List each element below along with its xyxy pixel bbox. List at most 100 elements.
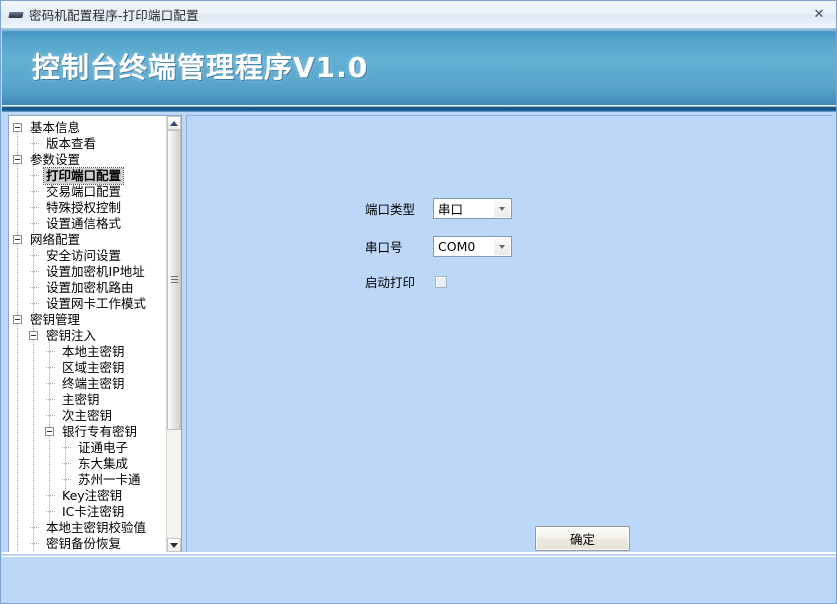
tree-connector: [30, 287, 39, 288]
tree-connector: [30, 255, 39, 256]
tree-item-4[interactable]: 交易端口配置: [9, 184, 166, 200]
scrollbar-thumb[interactable]: [167, 130, 181, 430]
chevron-down-icon[interactable]: [494, 238, 510, 255]
field-serial-port: 串口号 COM0: [365, 236, 512, 257]
tree-connector: [30, 543, 39, 544]
tree-connector: [30, 207, 39, 208]
close-icon[interactable]: ✕: [806, 5, 832, 24]
tree-item-17[interactable]: 主密钥: [9, 392, 166, 408]
tree-item-label: 密钥备份恢复: [46, 536, 122, 551]
field-label-serial-port: 串口号: [365, 240, 403, 255]
enable-print-checkbox[interactable]: [435, 275, 447, 288]
tree-item-10[interactable]: 设置加密机路由: [9, 280, 166, 296]
status-bar: [2, 556, 836, 603]
tree-item-15[interactable]: 区域主密钥: [9, 360, 166, 376]
expander-minus-icon[interactable]: [13, 123, 22, 132]
tree-connector: [30, 271, 39, 272]
tree-connector: [62, 447, 71, 448]
tree-connector: [62, 479, 71, 480]
tree-item-label: 特殊授权控制: [46, 200, 122, 215]
tree-item-24[interactable]: IC卡注密钥: [9, 504, 166, 520]
settings-form-pane: 端口类型 串口 串口号 COM0 启动打印 确定: [186, 115, 832, 553]
tree-item-label: 证通电子: [78, 440, 129, 455]
field-label-port-type: 端口类型: [365, 202, 416, 217]
tree-item-7[interactable]: 网络配置: [9, 232, 166, 248]
tree-item-label: 设置网卡工作模式: [46, 296, 147, 311]
tree-connector: [46, 367, 55, 368]
tree-item-label: 密钥管理: [30, 312, 81, 327]
tree-item-18[interactable]: 次主密钥: [9, 408, 166, 424]
tree-item-25[interactable]: 本地主密钥校验值: [9, 520, 166, 536]
tree-item-label: 设置通信格式: [46, 216, 122, 231]
port-type-value: 串口: [438, 202, 464, 217]
tree-item-21[interactable]: 东大集成: [9, 456, 166, 472]
tree-connector: [30, 527, 39, 528]
port-type-select[interactable]: 串口: [433, 198, 512, 219]
tree-item-11[interactable]: 设置网卡工作模式: [9, 296, 166, 312]
field-label-enable-print: 启动打印: [365, 275, 416, 290]
tree-item-label: 设置加密机IP地址: [46, 264, 145, 279]
navigation-tree[interactable]: 基本信息 版本查看 参数设置 打印端口配置 交易端口配置 特殊授权控制 设置通信格式 网络配置…: [9, 116, 166, 552]
tree-item-3[interactable]: 打印端口配置: [9, 167, 166, 185]
tree-item-6[interactable]: 设置通信格式: [9, 216, 166, 232]
tree-item-label: 版本查看: [46, 136, 97, 151]
tree-item-label: 主密钥: [62, 392, 100, 407]
tree-item-label: 基本信息: [30, 120, 81, 135]
tree-item-label: 参数设置: [30, 152, 81, 167]
tree-item-2[interactable]: 参数设置: [9, 152, 166, 168]
tree-item-label: 本地主密钥: [62, 344, 125, 359]
tree-item-label: 次主密钥: [62, 408, 113, 423]
tree-item-19[interactable]: 银行专有密钥: [9, 424, 166, 440]
tree-connector: [46, 383, 55, 384]
tree-item-label: 打印端口配置: [42, 167, 125, 185]
tree-item-5[interactable]: 特殊授权控制: [9, 200, 166, 216]
expander-minus-icon[interactable]: [13, 155, 22, 164]
content-area: 基本信息 版本查看 参数设置 打印端口配置 交易端口配置 特殊授权控制 设置通信格式 网络配置…: [2, 112, 836, 553]
tree-item-8[interactable]: 安全访问设置: [9, 248, 166, 264]
window-titlebar[interactable]: 密码机配置程序-打印端口配置 ✕: [1, 1, 836, 29]
tree-connector: [46, 415, 55, 416]
tree-item-label: 设置加密机路由: [46, 280, 134, 295]
banner-divider: [2, 105, 836, 112]
tree-item-label: 银行专有密钥: [62, 424, 138, 439]
tree-scrollbar[interactable]: [166, 116, 181, 552]
triangle-up-icon[interactable]: [167, 116, 181, 130]
tree-item-label: 东大集成: [78, 456, 129, 471]
tree-item-23[interactable]: Key注密钥: [9, 488, 166, 504]
tree-item-label: 安全访问设置: [46, 248, 122, 263]
tree-item-13[interactable]: 密钥注入: [9, 328, 166, 344]
triangle-down-icon[interactable]: [167, 538, 181, 552]
tree-connector: [30, 191, 39, 192]
tree-item-16[interactable]: 终端主密钥: [9, 376, 166, 392]
tree-connector: [62, 463, 71, 464]
tree-item-20[interactable]: 证通电子: [9, 440, 166, 456]
expander-minus-icon[interactable]: [45, 427, 54, 436]
banner-title: 控制台终端管理程序V1.0: [32, 51, 369, 84]
tree-item-12[interactable]: 密钥管理: [9, 312, 166, 328]
expander-minus-icon[interactable]: [13, 235, 22, 244]
tree-item-label: 区域主密钥: [62, 360, 125, 375]
tree-item-22[interactable]: 苏州一卡通: [9, 472, 166, 488]
tree-item-26[interactable]: 密钥备份恢复: [9, 536, 166, 552]
field-enable-print: 启动打印: [365, 272, 447, 291]
confirm-button[interactable]: 确定: [535, 526, 630, 551]
expander-minus-icon[interactable]: [29, 331, 38, 340]
tree-item-label: Key注密钥: [62, 488, 123, 503]
tree-item-label: 本地主密钥校验值: [46, 520, 147, 535]
app-banner: 控制台终端管理程序V1.0: [2, 29, 836, 105]
tree-connector: [46, 399, 55, 400]
application-window: 密码机配置程序-打印端口配置 ✕ 控制台终端管理程序V1.0 基本信息 版本查看参…: [0, 0, 837, 604]
chevron-down-icon[interactable]: [494, 200, 510, 217]
tree-item-0[interactable]: 基本信息: [9, 120, 166, 136]
window-title: 密码机配置程序-打印端口配置: [29, 8, 199, 23]
tree-item-label: 苏州一卡通: [78, 472, 141, 487]
expander-minus-icon[interactable]: [13, 315, 22, 324]
tree-item-label: IC卡注密钥: [62, 504, 125, 519]
tree-item-label: 交易端口配置: [46, 184, 122, 199]
tree-item-1[interactable]: 版本查看: [9, 136, 166, 152]
tree-connector: [46, 511, 55, 512]
serial-port-select[interactable]: COM0: [433, 236, 512, 257]
tree-item-9[interactable]: 设置加密机IP地址: [9, 264, 166, 280]
tree-connector: [30, 303, 39, 304]
tree-item-14[interactable]: 本地主密钥: [9, 344, 166, 360]
